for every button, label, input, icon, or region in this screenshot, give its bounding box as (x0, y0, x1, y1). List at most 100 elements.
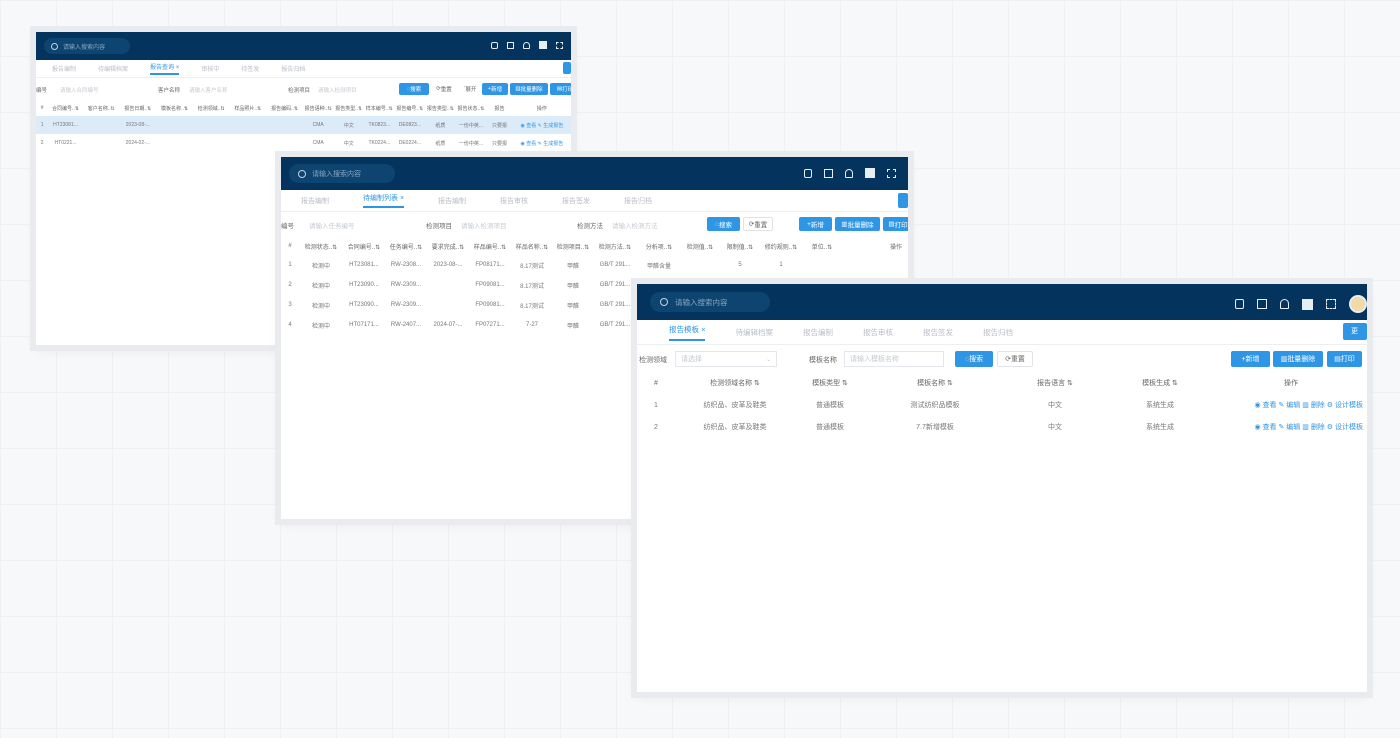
col-header[interactable]: 合同编号..⇅ (48, 100, 83, 116)
add-button[interactable]: + 新增 (1231, 351, 1270, 367)
col-header[interactable]: 报告日期..⇅ (120, 100, 157, 116)
filter-input-2[interactable]: 请输入检测项目 (461, 220, 507, 230)
filter-input-3[interactable]: 请输入检测项目 (318, 86, 357, 94)
tab-5[interactable]: 报告签发 (923, 327, 953, 338)
col-header[interactable]: 模板生成 ⇅ (1105, 372, 1215, 394)
search-box[interactable]: 请输入搜索内容 (44, 38, 130, 54)
tab-1[interactable]: 报告模板 × (669, 324, 706, 341)
delete-link[interactable]: ▥ 删除 (1302, 424, 1325, 431)
filter-input-1[interactable]: 请输入合同编号 (60, 86, 99, 94)
search-box[interactable]: 请输入搜索内容 (289, 164, 395, 183)
domain-select[interactable]: 请选择 ⌄ (675, 351, 777, 367)
col-header[interactable]: 报告语言 ⇅ (1005, 372, 1105, 394)
col-header[interactable]: 报告状态..⇅ (456, 100, 487, 116)
col-header[interactable]: 任务编号..⇅ (385, 237, 427, 255)
col-header[interactable]: 报告编号..⇅ (395, 100, 426, 116)
col-header[interactable]: 检测项目..⇅ (553, 237, 593, 255)
shirt-icon[interactable] (1257, 299, 1267, 309)
col-header[interactable]: 报告类型..⇅ (333, 100, 364, 116)
generate-link[interactable]: ✎ 生成报告 (538, 141, 564, 147)
tab-1[interactable]: 报告编制 (301, 196, 329, 206)
table-row[interactable]: 2 纺织品、皮革及鞋类 普通模板 7.7新增模板 中文 系统生成 ◉ 查看 ✎ … (637, 416, 1367, 438)
tab-6[interactable]: 报告归档 (281, 64, 305, 73)
col-header[interactable]: 合同编号..⇅ (343, 237, 385, 255)
filter-input-1[interactable]: 请输入任务编号 (309, 220, 355, 230)
more-button[interactable] (563, 62, 571, 74)
fullscreen-icon[interactable] (887, 168, 896, 178)
bell-icon[interactable] (845, 168, 853, 178)
col-header[interactable]: 修约规则..⇅ (761, 237, 801, 255)
more-button[interactable]: 更 (1343, 323, 1367, 340)
col-header[interactable]: 分析项..⇅ (637, 237, 681, 255)
tab-6[interactable]: 报告归档 (983, 327, 1013, 338)
avatar[interactable] (1349, 295, 1367, 313)
table-row[interactable]: 1 纺织品、皮革及鞋类 普通模板 测试纺织品模板 中文 系统生成 ◉ 查看 ✎ … (637, 394, 1367, 416)
view-link[interactable]: ◉ 查看 (1254, 402, 1276, 409)
col-header[interactable]: 报告编码..⇅ (266, 100, 303, 116)
tab-3[interactable]: 报告编制 (438, 196, 466, 206)
col-header[interactable]: 检测领域..⇅ (193, 100, 230, 116)
tab-2[interactable]: 待编辑档案 (98, 64, 128, 73)
tab-6[interactable]: 报告归档 (624, 196, 652, 206)
tab-4[interactable]: 审核中 (201, 64, 219, 73)
tab-3[interactable]: 报告编制 (803, 327, 833, 338)
print-button[interactable]: ▤ 打印 (1327, 351, 1362, 367)
view-link[interactable]: ◉ 查看 (1254, 424, 1276, 431)
filter-input-2[interactable]: 请输入客户名称 (189, 86, 228, 94)
template-name-input[interactable]: 请输入模板名称 (844, 351, 944, 367)
design-link[interactable]: ⚙ 设计模板 (1327, 424, 1363, 431)
search-box[interactable]: 请输入搜索内容 (650, 292, 770, 312)
tab-3[interactable]: 报告查询 × (150, 62, 180, 75)
col-header[interactable]: 模板类型 ⇅ (795, 372, 865, 394)
view-link[interactable]: ◉ 查看 (520, 141, 536, 147)
generate-link[interactable]: ✎ 生成报告 (538, 123, 564, 129)
bell-icon[interactable] (523, 41, 530, 49)
language-icon[interactable] (1302, 298, 1313, 310)
view-link[interactable]: ◉ 查看 (520, 123, 536, 129)
search-button[interactable]: ◌ 搜索 (399, 83, 429, 95)
col-header[interactable]: 样品名称..⇅ (511, 237, 553, 255)
lock-icon[interactable] (491, 41, 498, 49)
tab-1[interactable]: 报告编制 (52, 64, 76, 73)
language-icon[interactable] (865, 168, 875, 178)
col-header[interactable]: 样本编号..⇅ (364, 100, 395, 116)
add-button[interactable]: + 新增 (482, 83, 508, 95)
lock-icon[interactable] (804, 168, 812, 178)
reset-button[interactable]: ⟳ 重置 (743, 217, 773, 231)
col-header[interactable]: 单位..⇅ (801, 237, 843, 255)
language-icon[interactable] (539, 41, 547, 49)
col-header[interactable]: 检测领域名称 ⇅ (675, 372, 795, 394)
edit-link[interactable]: ✎ 编辑 (1278, 402, 1300, 409)
table-row[interactable]: 1 检测中 HT23081... RW-2308... 2023-08-... FP081… (281, 255, 908, 275)
table-row[interactable]: 2 HT0221... 2024-02-... CMA 中文 TK0224...… (36, 134, 571, 152)
tab-2[interactable]: 待编辑档案 (735, 327, 773, 338)
tab-4[interactable]: 报告审核 (863, 327, 893, 338)
col-header[interactable]: 样品照片..⇅ (230, 100, 267, 116)
design-link[interactable]: ⚙ 设计模板 (1327, 402, 1363, 409)
print-button[interactable]: ▤ 打印 (883, 217, 908, 231)
lock-icon[interactable] (1235, 299, 1244, 309)
col-header[interactable]: 客户名称..⇅ (83, 100, 120, 116)
tab-5[interactable]: 待签发 (241, 64, 259, 73)
col-header[interactable]: 检测值..⇅ (681, 237, 719, 255)
more-button[interactable] (898, 193, 908, 208)
shirt-icon[interactable] (507, 41, 514, 49)
col-header[interactable]: 报告类型..⇅ (425, 100, 456, 116)
table-row[interactable]: 1 HT23081... 2023-08-... CMA 中文 TK0823..… (36, 116, 571, 134)
col-header[interactable]: 模板名称..⇅ (156, 100, 193, 116)
add-button[interactable]: + 新增 (799, 217, 832, 231)
reset-button[interactable]: ⟳ 重置 (432, 83, 456, 95)
filter-input-3[interactable]: 请输入检测方法 (612, 220, 658, 230)
batch-delete-button[interactable]: ▥ 批量删除 (835, 217, 880, 231)
col-header[interactable]: 检测状态..⇅ (299, 237, 343, 255)
batch-delete-button[interactable]: ▥ 批量删除 (1273, 351, 1323, 367)
tab-2[interactable]: 待编制列表 × (363, 193, 405, 208)
bell-icon[interactable] (1280, 299, 1289, 309)
expand-button[interactable]: ˇ 展开 (458, 83, 482, 95)
fullscreen-icon[interactable] (1326, 299, 1336, 309)
batch-delete-button[interactable]: ▥ 批量删除 (510, 83, 548, 95)
reset-button[interactable]: ⟳ 重置 (997, 351, 1033, 367)
fullscreen-icon[interactable] (556, 41, 563, 49)
col-header[interactable]: 限制值..⇅ (719, 237, 761, 255)
col-header[interactable]: 要求完成..⇅ (427, 237, 469, 255)
